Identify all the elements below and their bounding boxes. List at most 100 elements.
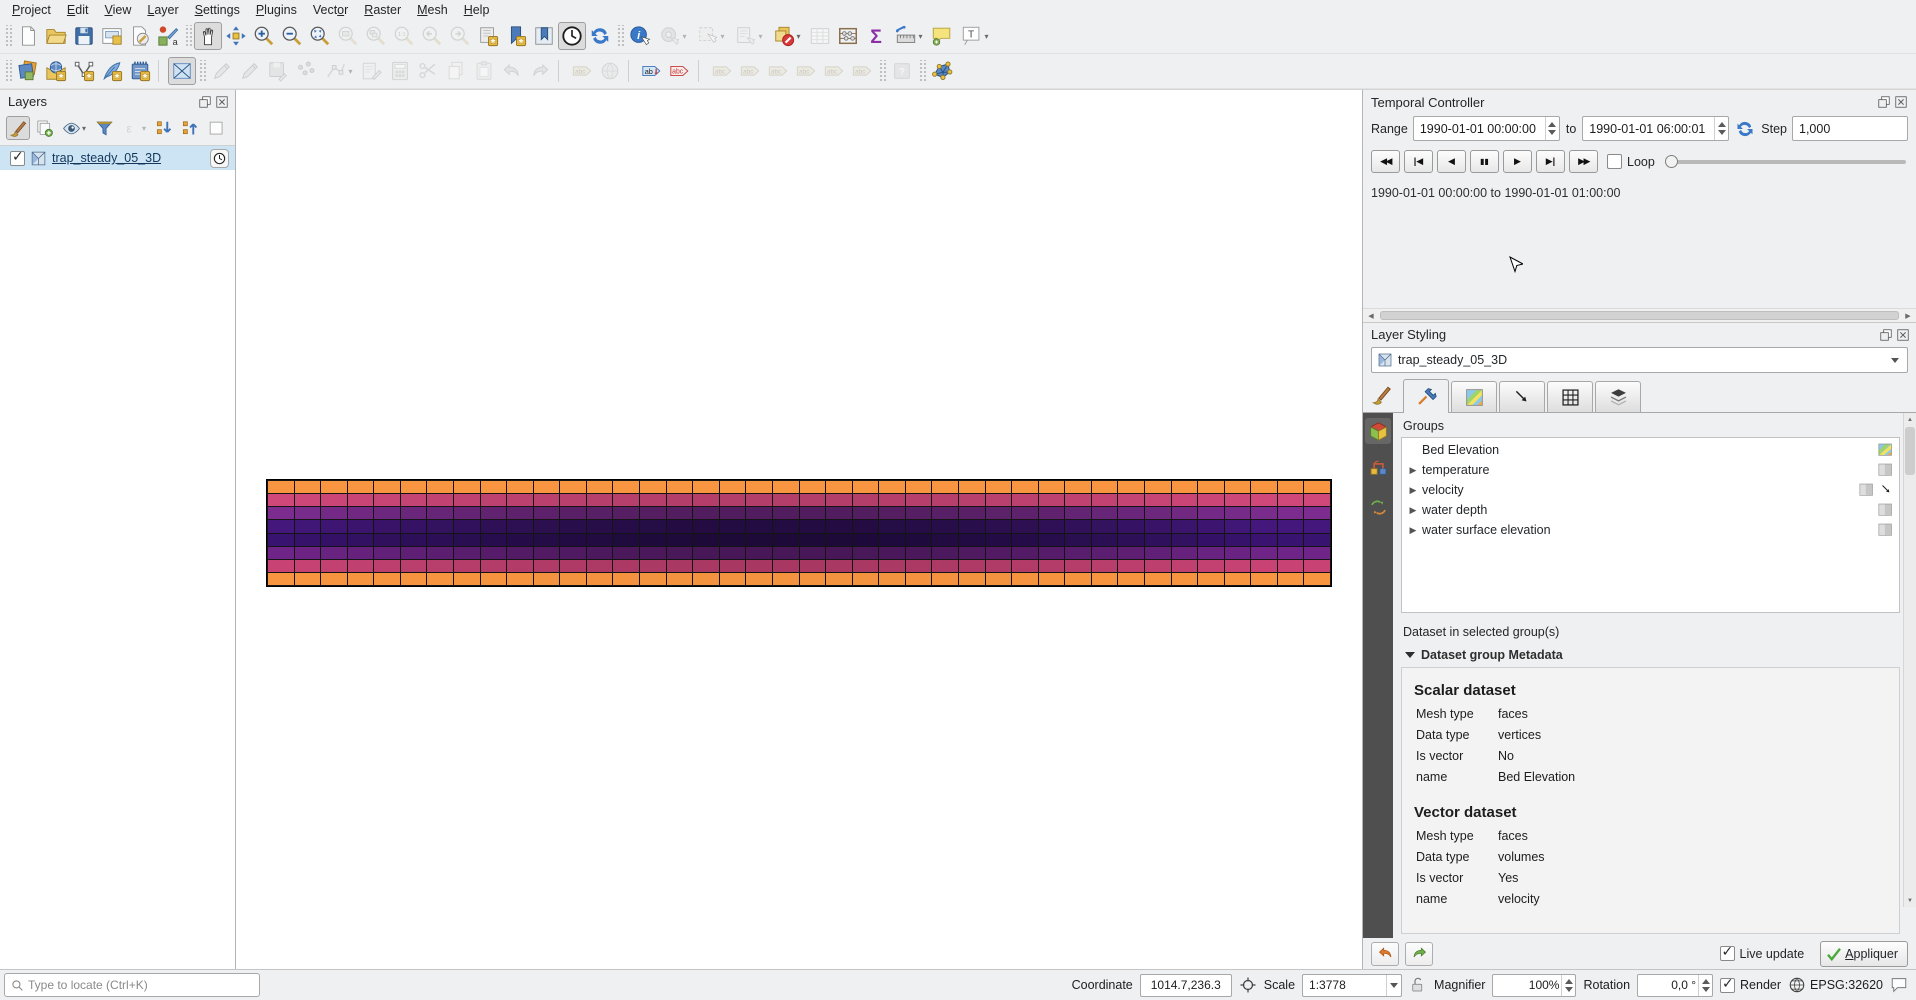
filter-legend-icon[interactable] — [92, 116, 116, 140]
coordinate-input[interactable] — [1140, 974, 1232, 997]
digitize-points-icon[interactable] — [292, 57, 320, 85]
pause-button[interactable]: ▮▮ — [1470, 150, 1499, 173]
tab-mesh-frame[interactable] — [1547, 381, 1593, 412]
modify-attributes-icon[interactable] — [358, 57, 386, 85]
dataset-group-label[interactable]: water depth — [1422, 503, 1487, 517]
dataset-group-row[interactable]: ▶temperature — [1402, 460, 1899, 480]
step-input[interactable] — [1792, 116, 1908, 141]
play-button[interactable]: ▶ — [1503, 150, 1532, 173]
time-slider[interactable] — [1665, 154, 1906, 169]
text-annotation-icon[interactable]: T▾ — [956, 22, 994, 50]
expand-arrow-icon[interactable]: ▶ — [1406, 485, 1420, 496]
open-project-icon[interactable] — [42, 22, 70, 50]
magnifier-spinbox[interactable] — [1492, 974, 1576, 997]
range-end-input[interactable] — [1582, 116, 1729, 141]
menu-view[interactable]: View — [96, 2, 139, 18]
expand-arrow-icon[interactable]: ▶ — [1406, 465, 1420, 476]
new-virtual-layer-icon[interactable] — [126, 57, 154, 85]
zoom-to-layer-icon[interactable] — [362, 22, 390, 50]
chevron-down-icon[interactable] — [1386, 975, 1401, 996]
add-group-icon[interactable] — [32, 116, 56, 140]
field-calc-edit-icon[interactable] — [386, 57, 414, 85]
highlight-pinned-labels-icon[interactable]: abc — [708, 57, 736, 85]
layer-temporal-indicator-icon[interactable] — [210, 149, 229, 168]
map-tips-icon[interactable] — [928, 22, 956, 50]
current-edits-icon[interactable] — [208, 57, 236, 85]
messages-bubble-icon[interactable] — [1890, 976, 1908, 994]
skip-to-start-button[interactable]: |◀ — [1404, 150, 1433, 173]
temporal-panel-float-icon[interactable] — [1877, 95, 1891, 109]
vertex-tool-icon[interactable]: ▾ — [320, 57, 358, 85]
menu-plugins[interactable]: Plugins — [248, 2, 305, 18]
show-spatial-bookmarks-icon[interactable] — [502, 22, 530, 50]
skip-to-end-button[interactable]: ▶| — [1536, 150, 1565, 173]
styling-undo-button[interactable] — [1371, 942, 1399, 966]
menu-settings[interactable]: Settings — [187, 2, 248, 18]
zoom-out-icon[interactable] — [278, 22, 306, 50]
zoom-native-icon[interactable]: 1:1 — [390, 22, 418, 50]
show-hide-labels-icon[interactable]: abc — [764, 57, 792, 85]
bookmark-manager-icon[interactable] — [530, 22, 558, 50]
menu-help[interactable]: Help — [456, 2, 498, 18]
dataset-group-row[interactable]: ▶water surface elevation — [1402, 520, 1899, 540]
styling-vertical-scrollbar[interactable]: ▲ ▼ — [1903, 413, 1916, 907]
fast-forward-button[interactable]: ▶▶ — [1569, 150, 1598, 173]
time-slider-handle[interactable] — [1665, 155, 1678, 168]
expand-arrow-icon[interactable]: ▶ — [1406, 525, 1420, 536]
layer-diagram-icon[interactable] — [596, 57, 624, 85]
copy-features-icon[interactable] — [442, 57, 470, 85]
styling-layer-select[interactable]: trap_steady_05_3D — [1371, 347, 1908, 373]
save-layer-edits-icon[interactable] — [264, 57, 292, 85]
mesh-digitizing-icon[interactable] — [928, 57, 956, 85]
tab-contours[interactable] — [1451, 381, 1497, 412]
statistical-summary-icon[interactable]: Σ — [862, 22, 890, 50]
tab-vector-arrows[interactable] — [1499, 381, 1545, 412]
layers-panel-close-icon[interactable] — [215, 95, 229, 109]
new-mesh-layer-icon[interactable] — [168, 57, 196, 85]
show-layout-manager-icon[interactable] — [126, 22, 154, 50]
expand-all-icon[interactable] — [152, 116, 176, 140]
rotate-label-icon[interactable]: abc — [820, 57, 848, 85]
new-print-layout-icon[interactable] — [98, 22, 126, 50]
style-manager-icon[interactable]: a — [154, 22, 182, 50]
open-layer-styling-icon[interactable] — [6, 116, 30, 140]
menu-raster[interactable]: Raster — [356, 2, 409, 18]
run-feature-action-icon[interactable]: ▾ — [654, 22, 692, 50]
temporal-controller-icon[interactable] — [558, 22, 586, 50]
toggle-editing-icon[interactable] — [236, 57, 264, 85]
loop-checkbox[interactable] — [1607, 154, 1622, 169]
range-refresh-icon[interactable] — [1733, 117, 1757, 141]
redo-icon[interactable] — [526, 57, 554, 85]
new-spatialite-layer-icon[interactable] — [98, 57, 126, 85]
render-checkbox[interactable] — [1720, 978, 1735, 993]
styling-3d-cube-icon[interactable] — [1365, 418, 1391, 444]
expand-arrow-icon[interactable]: ▶ — [1406, 505, 1420, 516]
dataset-group-row[interactable]: Bed Elevation — [1402, 440, 1899, 460]
scroll-down-icon[interactable]: ▼ — [1904, 894, 1916, 907]
styling-redo-button[interactable] — [1405, 942, 1433, 966]
menu-project[interactable]: Project — [4, 2, 59, 18]
styling-panel-close-icon[interactable] — [1896, 328, 1910, 342]
data-source-manager-icon[interactable] — [14, 57, 42, 85]
scroll-up-icon[interactable]: ▲ — [1904, 413, 1916, 426]
select-by-value-icon[interactable]: ▾ — [730, 22, 768, 50]
map-canvas[interactable] — [236, 90, 1362, 969]
scale-lock-icon[interactable] — [1409, 976, 1427, 994]
dataset-group-row[interactable]: ▶velocity — [1402, 480, 1899, 500]
rotation-spinbox[interactable] — [1637, 974, 1713, 997]
new-spatial-bookmark-icon[interactable] — [474, 22, 502, 50]
fast-rewind-button[interactable]: ◀◀ — [1371, 150, 1400, 173]
layer-visibility-checkbox[interactable] — [10, 151, 25, 166]
datasets-sync-icon[interactable] — [1365, 494, 1391, 520]
scroll-handle[interactable] — [1905, 427, 1915, 475]
menu-layer[interactable]: Layer — [139, 2, 186, 18]
zoom-next-icon[interactable] — [446, 22, 474, 50]
scroll-handle[interactable] — [1380, 311, 1899, 320]
layer-labeling-icon[interactable]: abc — [568, 57, 596, 85]
select-features-icon[interactable]: ▾ — [692, 22, 730, 50]
zoom-full-icon[interactable] — [306, 22, 334, 50]
layers-panel-float-icon[interactable] — [198, 95, 212, 109]
dataset-group-label[interactable]: water surface elevation — [1422, 523, 1551, 537]
styling-panel-float-icon[interactable] — [1879, 328, 1893, 342]
new-project-icon[interactable] — [14, 22, 42, 50]
